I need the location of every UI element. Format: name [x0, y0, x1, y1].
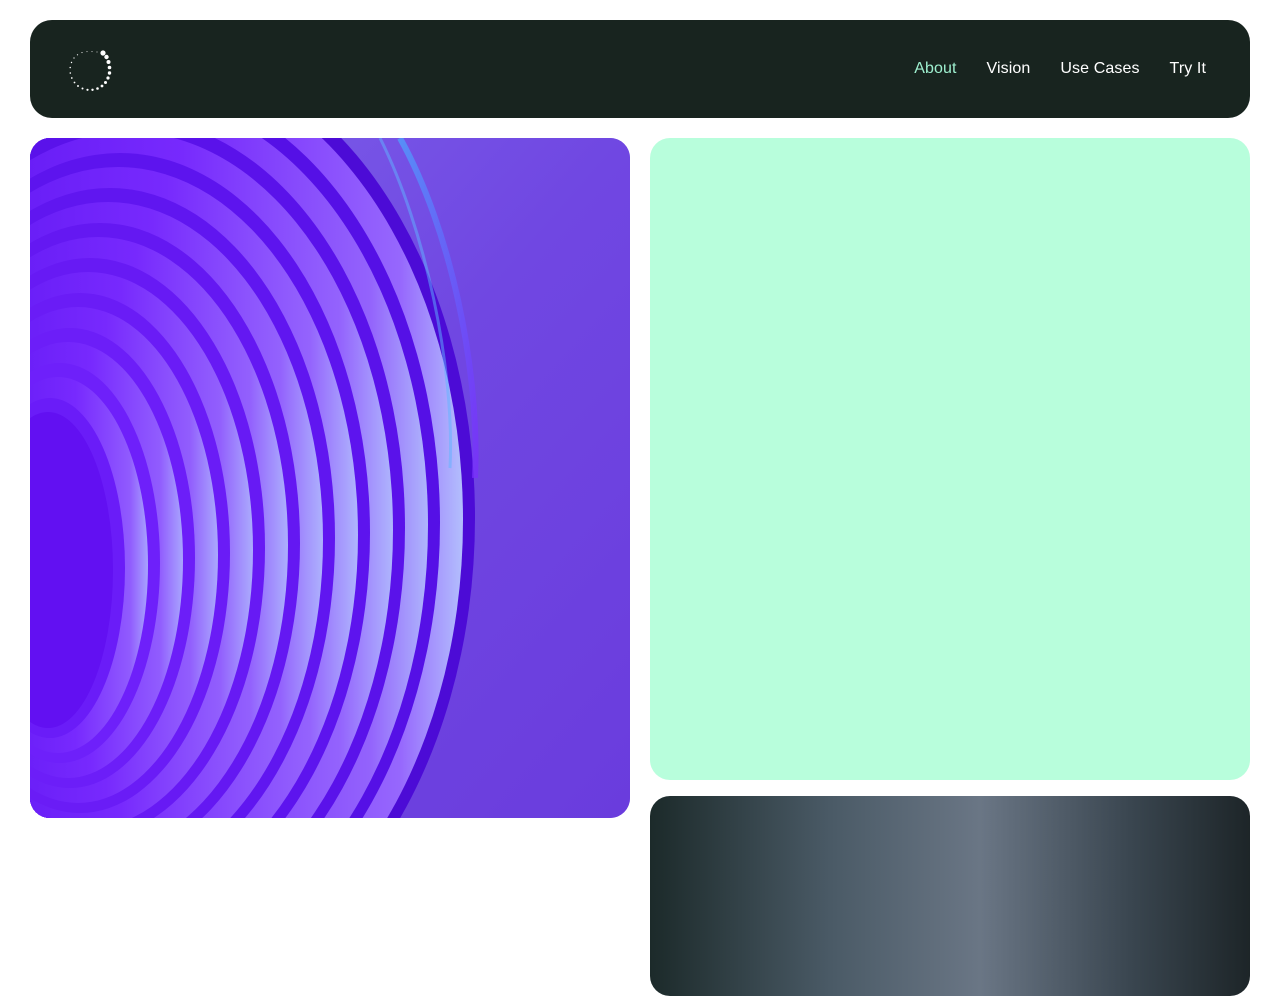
nav-use-cases-link[interactable]: Use Cases — [1060, 60, 1139, 78]
nav-vision-link[interactable]: Vision — [987, 60, 1031, 78]
main-nav: About Vision Use Cases Try It — [914, 20, 1206, 118]
concentric-waves-art — [30, 138, 630, 818]
site-header: About Vision Use Cases Try It — [30, 20, 1250, 118]
hero-abstract-image — [30, 138, 630, 818]
mint-panel — [650, 138, 1250, 780]
nav-try-it-link[interactable]: Try It — [1170, 60, 1206, 78]
nav-about-link[interactable]: About — [914, 60, 956, 78]
logo-svg — [69, 50, 112, 91]
dotted-circle-logo-icon[interactable] — [66, 50, 114, 92]
bottom-image-panel — [650, 796, 1250, 996]
